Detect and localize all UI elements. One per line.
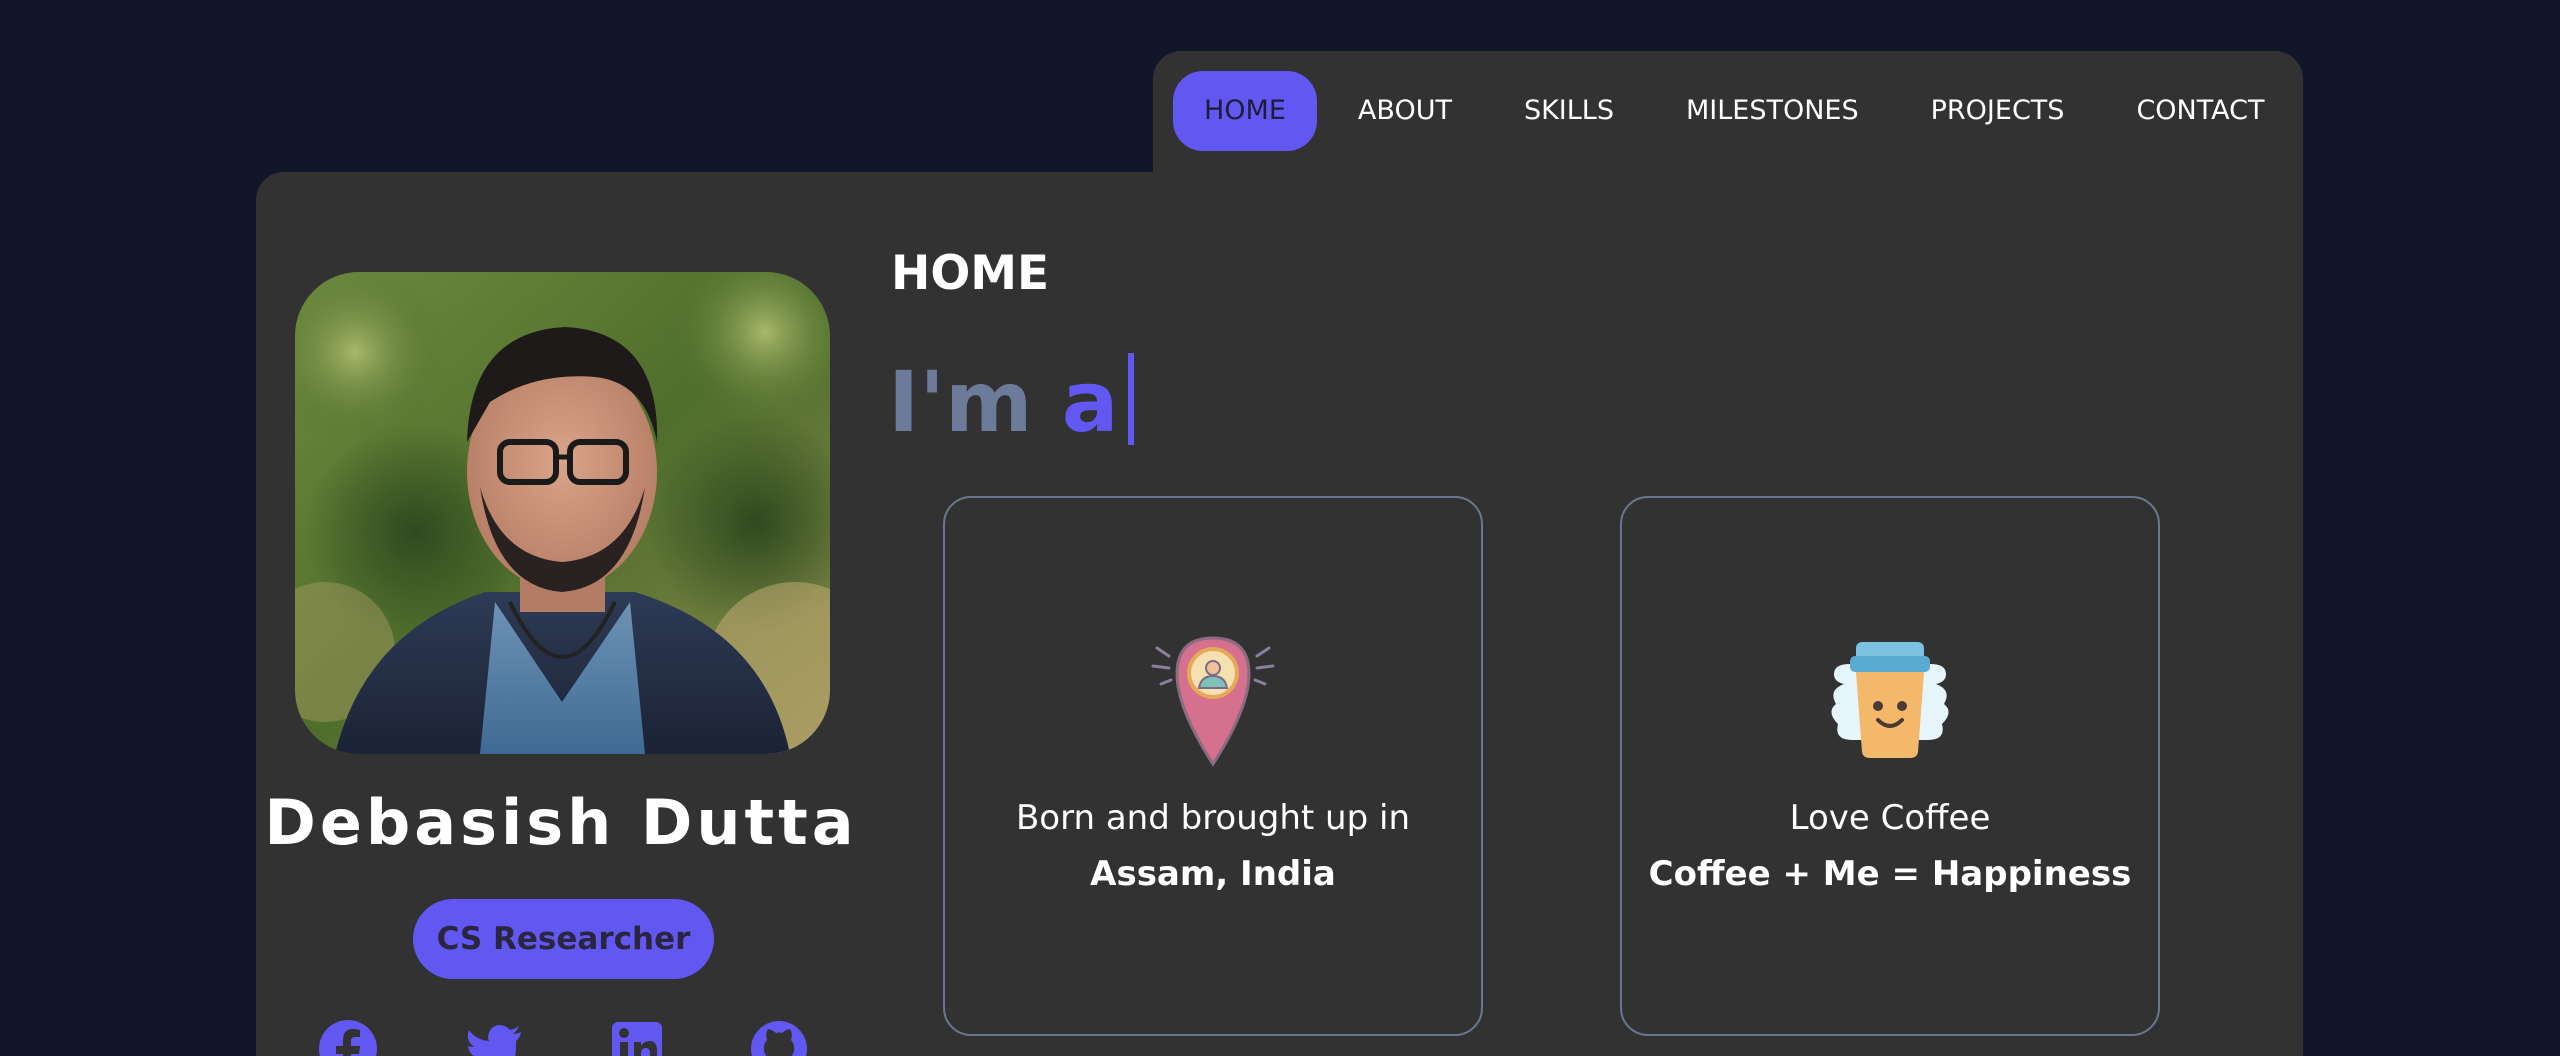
typer-word: a bbox=[1061, 353, 1119, 451]
info-card-coffee: Love Coffee Coffee + Me = Happiness bbox=[1620, 496, 2160, 1036]
coffee-cup-icon bbox=[1820, 628, 1960, 768]
top-nav: HOME ABOUT SKILLS MILESTONES PROJECTS CO… bbox=[1153, 51, 2303, 191]
facebook-icon[interactable] bbox=[319, 1020, 377, 1056]
typer-prefix: I'm bbox=[888, 353, 1033, 451]
card-origin-line1: Born and brought up in bbox=[1015, 798, 1410, 838]
profile-name: Debasish Dutta bbox=[264, 786, 858, 859]
card-coffee-line2: Coffee + Me = Happiness bbox=[1648, 854, 2132, 894]
role-badge: CS Researcher bbox=[413, 899, 714, 979]
profile-photo bbox=[295, 272, 830, 754]
card-coffee-line1: Love Coffee bbox=[1789, 798, 1991, 838]
nav-item-contact[interactable]: CONTACT bbox=[2105, 71, 2295, 151]
typewriter-heading: I'm a bbox=[888, 352, 1135, 452]
nav-item-projects[interactable]: PROJECTS bbox=[1900, 71, 2096, 151]
portfolio-page: HOME ABOUT SKILLS MILESTONES PROJECTS CO… bbox=[0, 0, 2560, 1056]
nav-item-milestones[interactable]: MILESTONES bbox=[1655, 71, 1890, 151]
twitter-icon[interactable] bbox=[465, 1020, 523, 1056]
github-icon[interactable] bbox=[750, 1020, 808, 1056]
location-pin-icon bbox=[1143, 628, 1283, 768]
card-origin-line2: Assam, India bbox=[1090, 854, 1336, 894]
linkedin-icon[interactable] bbox=[610, 1020, 668, 1056]
typing-cursor bbox=[1128, 353, 1135, 445]
info-card-origin: Born and brought up in Assam, India bbox=[943, 496, 1483, 1036]
section-title: HOME bbox=[891, 246, 1050, 301]
nav-item-home[interactable]: HOME bbox=[1173, 71, 1317, 151]
nav-item-about[interactable]: ABOUT bbox=[1327, 71, 1483, 151]
nav-item-skills[interactable]: SKILLS bbox=[1493, 71, 1645, 151]
